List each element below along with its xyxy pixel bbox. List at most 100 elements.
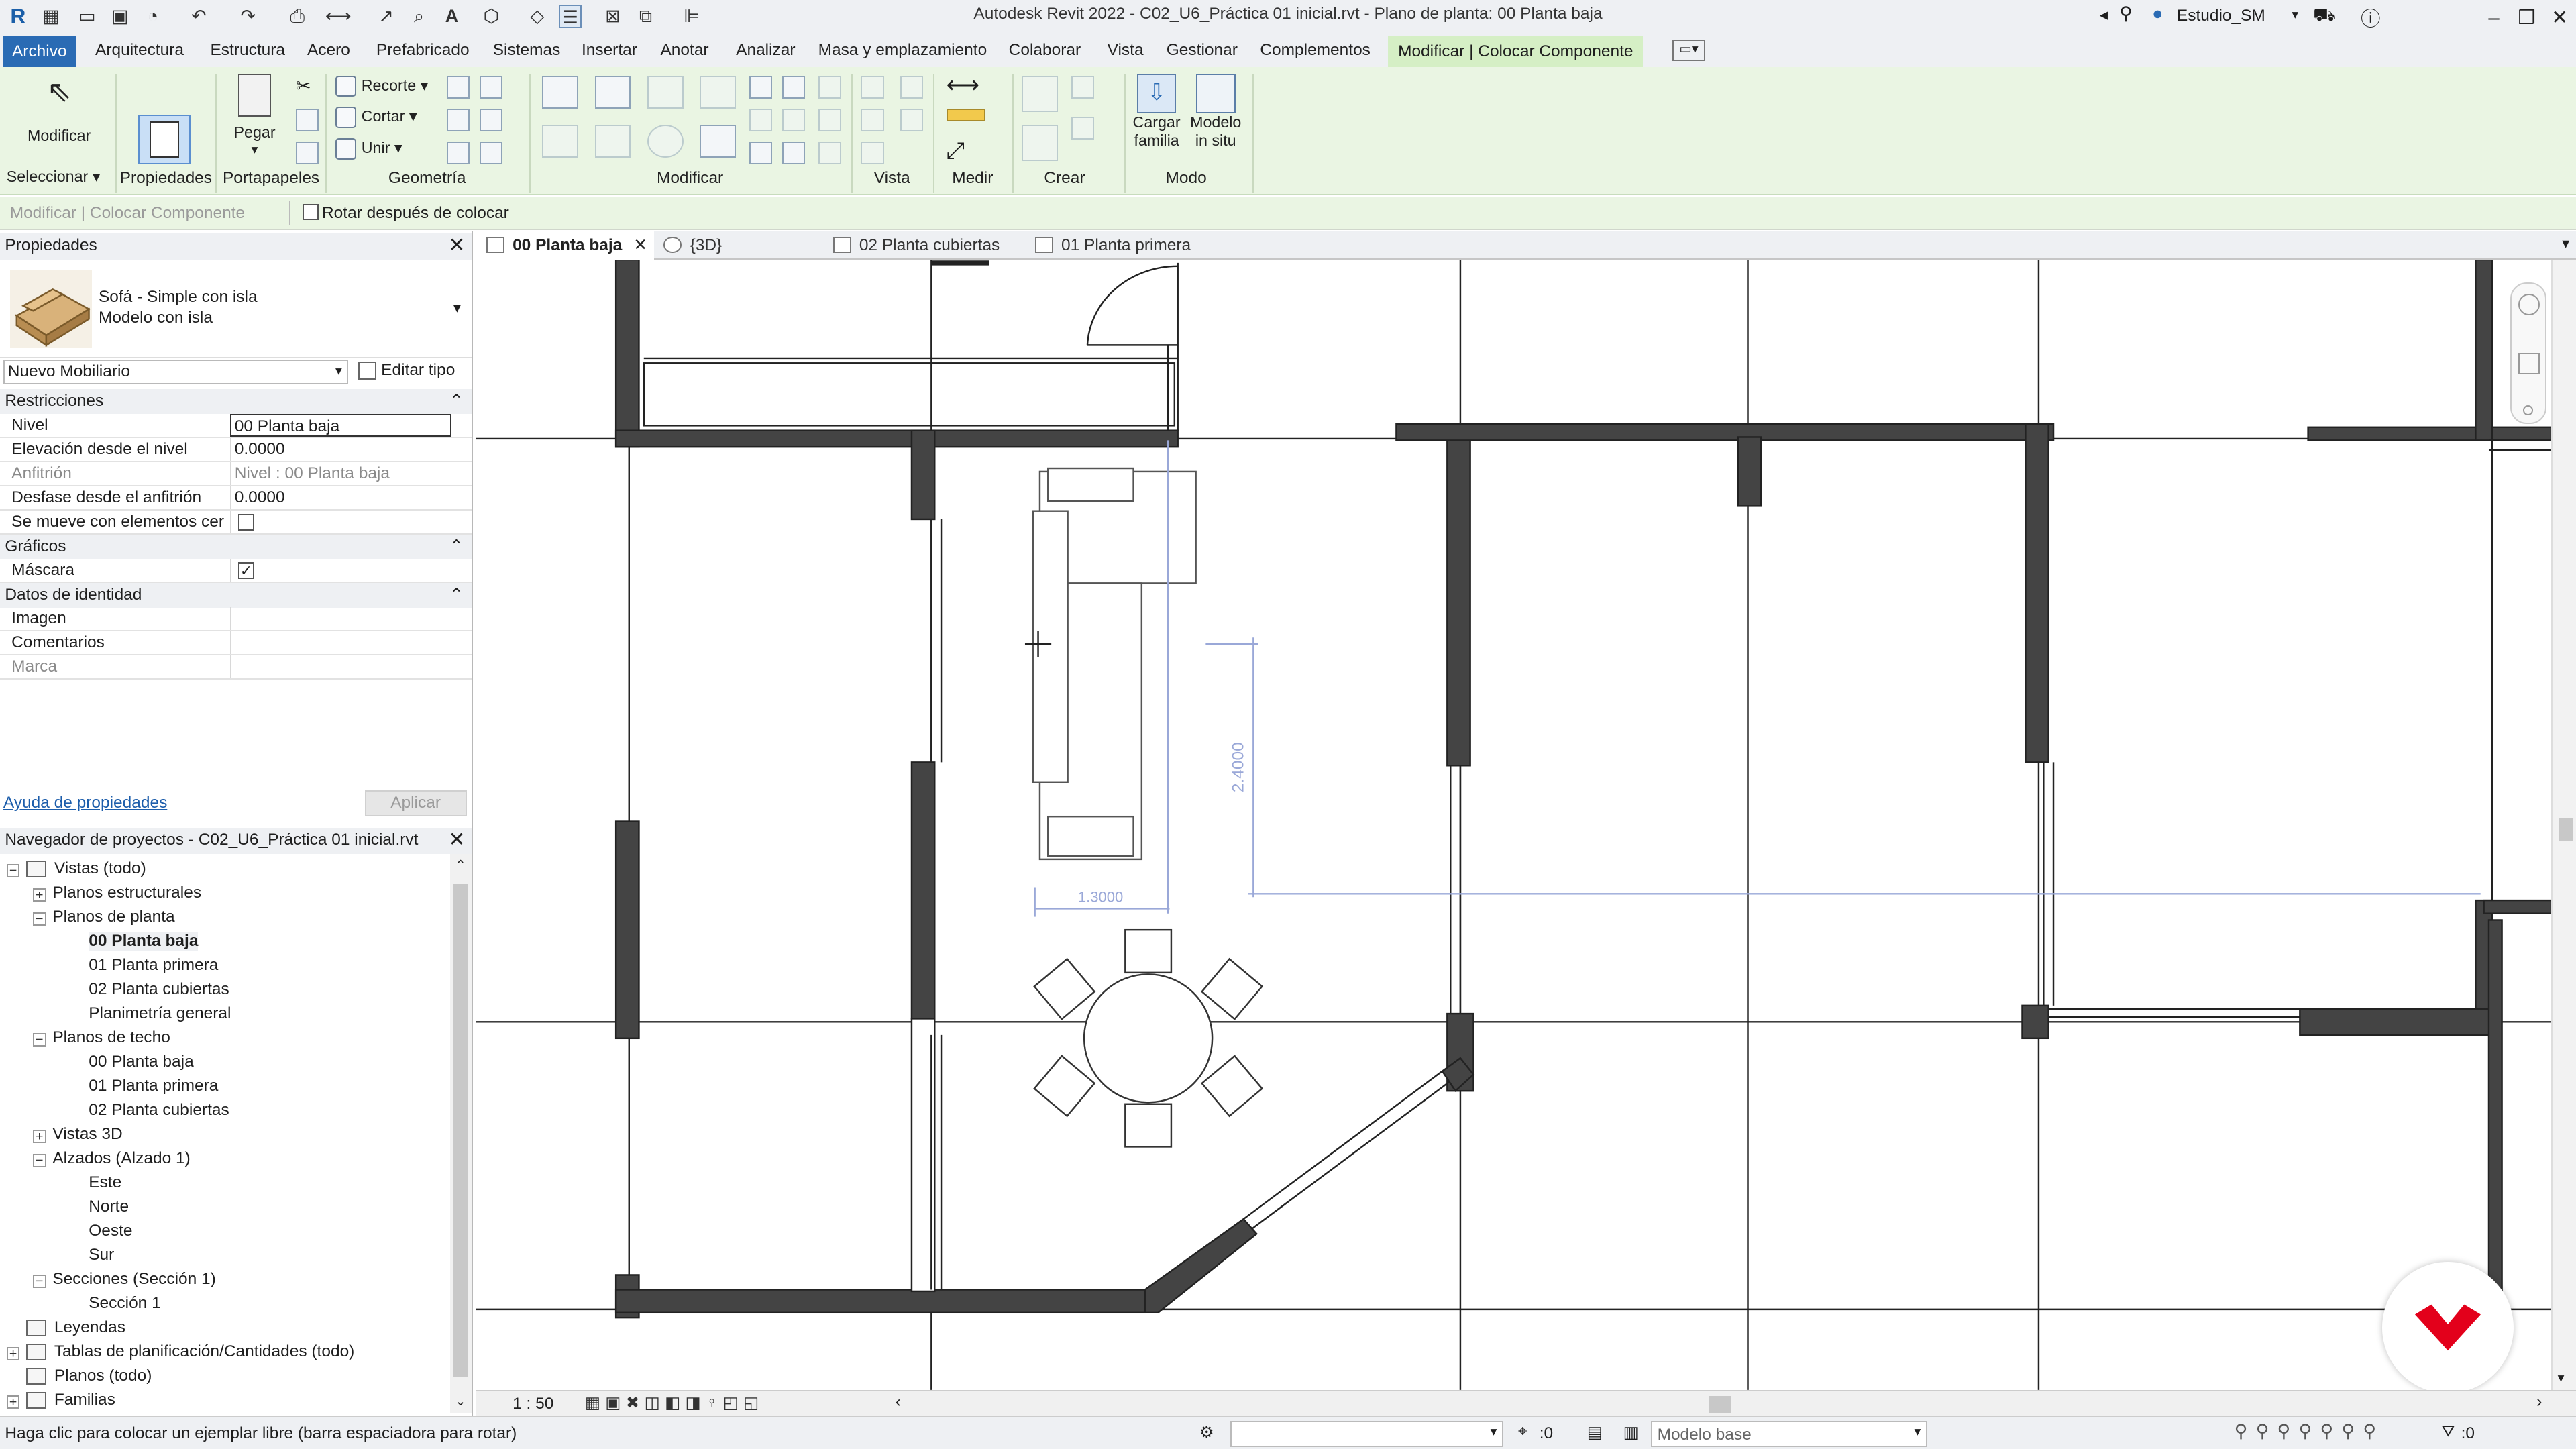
select-dropdown[interactable]: Seleccionar ▾ <box>7 168 112 186</box>
copy-icon[interactable] <box>594 125 631 158</box>
browser-node[interactable]: + Planos estructurales <box>0 881 450 906</box>
browser-node[interactable]: − Secciones (Sección 1) <box>0 1268 450 1292</box>
scroll-thumb[interactable] <box>2559 818 2573 841</box>
move-icon[interactable] <box>542 125 579 158</box>
browser-scrollbar[interactable]: ⌃ ⌄ <box>450 854 472 1413</box>
type-selector[interactable]: Sofá - Simple con isla Modelo con isla ▾ <box>0 263 472 358</box>
browser-node[interactable]: 02 Planta cubiertas <box>0 978 450 1002</box>
browser-node[interactable]: + Familias <box>0 1389 450 1413</box>
rotate-after-placement-checkbox[interactable] <box>302 203 319 221</box>
tab-3d[interactable]: {3D} <box>654 231 722 260</box>
array-icon[interactable] <box>749 108 773 131</box>
prop-image-value[interactable] <box>229 607 452 631</box>
model-in-place-button[interactable]: Modelo in situ <box>1186 74 1245 150</box>
split-icon[interactable] <box>749 75 773 99</box>
tab-view[interactable]: Vista <box>1108 41 1144 60</box>
create-parts-icon[interactable] <box>1022 75 1059 112</box>
browser-node[interactable]: Planimetría general <box>0 1002 450 1026</box>
apply-button[interactable]: Aplicar <box>364 790 467 817</box>
chevron-right-icon[interactable]: › <box>2536 1393 2542 1411</box>
delete-icon[interactable] <box>818 141 841 164</box>
drawing-area[interactable]: 2.4000 1.3000 <box>476 259 2552 1390</box>
tab-file[interactable]: Archivo <box>3 36 76 68</box>
browser-node[interactable]: 01 Planta primera <box>0 954 450 978</box>
similar-icon[interactable] <box>1071 116 1095 140</box>
browser-node[interactable]: 02 Planta cubiertas <box>0 1099 450 1123</box>
measure-icon[interactable]: ⟷ <box>947 74 986 99</box>
expand-icon[interactable]: + <box>6 1347 20 1360</box>
trim-icon[interactable] <box>700 125 737 158</box>
eraser-icon[interactable] <box>861 141 884 164</box>
collapse-icon[interactable]: − <box>32 1275 46 1288</box>
restore-button[interactable]: ❐ <box>2510 3 2543 33</box>
browser-node[interactable]: + Tablas de planificación/Cantidades (tod… <box>0 1340 450 1364</box>
pin-icon[interactable] <box>818 75 841 99</box>
steering-wheel-icon[interactable] <box>2518 293 2540 315</box>
cut-clip-icon[interactable]: ✂ <box>296 76 319 99</box>
binoculars-icon[interactable]: ⚲ <box>2119 3 2133 24</box>
copy-clip-icon[interactable] <box>295 108 319 131</box>
design-options-icon[interactable]: ▤ <box>1587 1422 1603 1442</box>
worksets-icon[interactable]: ⚙ <box>1199 1422 1214 1442</box>
properties-button[interactable] <box>138 115 191 164</box>
scroll-down-icon[interactable]: ⌄ <box>455 1393 466 1409</box>
chevron-left-icon[interactable]: ‹ <box>896 1393 901 1411</box>
dimension-horizontal-label[interactable]: 1.3000 <box>1078 888 1123 905</box>
browser-node[interactable]: Planos (todo) <box>0 1364 450 1389</box>
section-graphics[interactable]: Gráficos ⌃ <box>0 535 472 559</box>
expand-icon[interactable]: + <box>32 888 46 902</box>
browser-node[interactable]: 01 Planta primera <box>0 1075 450 1099</box>
ribbon-toggle-icon[interactable]: ▭▾ <box>1672 39 1706 61</box>
collapse-icon[interactable]: − <box>32 912 46 926</box>
paint-bucket-icon[interactable] <box>480 141 503 164</box>
dimension-vertical-label[interactable]: 2.4000 <box>1230 742 1248 792</box>
chevron-left-icon[interactable]: ◂ <box>2100 5 2108 25</box>
close-button[interactable]: ✕ <box>2543 3 2576 33</box>
unpin-icon[interactable] <box>818 108 841 131</box>
user-name[interactable]: Estudio_SM <box>2177 7 2265 25</box>
browser-node[interactable]: Leyendas <box>0 1316 450 1340</box>
wall-joins-icon[interactable] <box>447 108 470 131</box>
close-icon[interactable]: ✕ <box>448 233 465 258</box>
mirror-axis-icon[interactable] <box>647 75 684 109</box>
browser-node[interactable]: 00 Planta baja <box>0 1051 450 1075</box>
prop-level-value[interactable]: 00 Planta baja <box>229 414 452 437</box>
tab-structure[interactable]: Estructura <box>210 41 285 60</box>
filter-icon[interactable]: ⛛ <box>2441 1422 2455 1441</box>
mirror-draw-icon[interactable] <box>700 75 737 109</box>
cope-button[interactable]: Recorte ▾ <box>335 75 428 97</box>
trim-multi-icon[interactable] <box>782 141 805 164</box>
close-icon[interactable]: ✕ <box>448 828 465 853</box>
tab-annotate[interactable]: Anotar <box>660 41 708 60</box>
tab-00-planta-baja[interactable]: 00 Planta baja ✕ <box>476 231 654 260</box>
canvas-vertical-scrollbar[interactable]: ▾ <box>2551 259 2576 1390</box>
collapse-icon[interactable]: − <box>32 1154 46 1167</box>
join-button[interactable]: Unir ▾ <box>335 138 402 160</box>
browser-node[interactable]: − Vistas (todo) <box>0 857 450 881</box>
nav-options-icon[interactable] <box>2523 405 2533 416</box>
view-control-icons[interactable]: ▦▣✖◫◧◨♀◰◱ <box>585 1393 764 1413</box>
tab-collaborate[interactable]: Colaborar <box>1009 41 1081 60</box>
cart-icon[interactable]: ⛟ <box>2313 5 2336 28</box>
scroll-up-icon[interactable]: ⌃ <box>455 857 466 873</box>
tab-01-planta-primera[interactable]: 01 Planta primera <box>1025 231 1191 260</box>
align-icon[interactable] <box>542 75 579 109</box>
prop-elevation-value[interactable]: 0.0000 <box>229 438 452 462</box>
collapse-icon[interactable]: − <box>32 1033 46 1046</box>
beam-join-icon[interactable] <box>447 141 470 164</box>
section-identity[interactable]: Datos de identidad ⌃ <box>0 583 472 608</box>
trim-single-icon[interactable] <box>749 141 773 164</box>
selection-filter-icons[interactable]: ⚲⚲⚲⚲⚲⚲⚲ <box>2235 1421 2385 1442</box>
properties-help-link[interactable]: Ayuda de propiedades <box>3 794 167 812</box>
browser-node[interactable]: Sección 1 <box>0 1292 450 1316</box>
browser-node[interactable]: Este <box>0 1171 450 1195</box>
scroll-down-icon[interactable]: ▾ <box>2558 1370 2565 1386</box>
paste-button[interactable]: Pegar ▾ <box>227 74 282 157</box>
create-assembly-icon[interactable] <box>1022 125 1059 161</box>
tab-massing[interactable]: Masa y emplazamiento <box>818 41 987 60</box>
dimension-icon[interactable] <box>946 108 986 122</box>
tab-architecture[interactable]: Arquitectura <box>95 41 184 60</box>
browser-node[interactable]: − Planos de planta <box>0 906 450 930</box>
tab-overflow-icon[interactable]: ▾ <box>2562 235 2569 252</box>
rotate-icon[interactable] <box>647 125 684 158</box>
